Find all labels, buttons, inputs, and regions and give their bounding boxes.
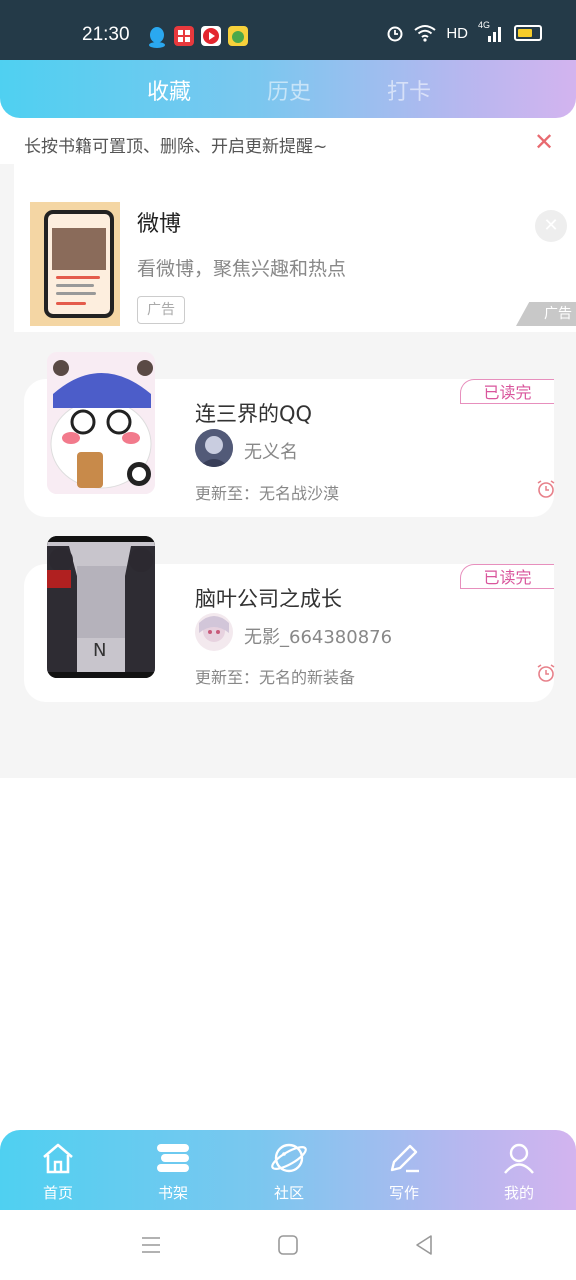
nav-community[interactable]: 社区 (249, 1130, 329, 1210)
ad-corner-label: 广告 (516, 302, 576, 326)
book-update: 更新至：无名战沙漠 (195, 484, 340, 503)
author-avatar (195, 613, 233, 651)
book-cover[interactable] (47, 352, 155, 494)
ad-description: 看微博，聚焦兴趣和热点 (137, 258, 347, 280)
tip-bar: 长按书籍可置顶、删除、开启更新提醒~ ✕ (0, 120, 576, 164)
planet-icon (271, 1140, 307, 1176)
status-badge: 已读完 (460, 379, 554, 404)
qq-icon (147, 26, 167, 48)
fruit-app-icon (228, 26, 248, 46)
nav-community-label: 社区 (273, 1184, 304, 1202)
status-time: 21:30 (82, 24, 130, 45)
bottom-nav: 首页 书架 社区 写作 我的 (0, 1130, 576, 1210)
wifi-icon (414, 25, 436, 42)
signal-icon: 4G (478, 20, 504, 42)
ad-thumbnail (30, 202, 120, 326)
ad-close-icon[interactable]: ✕ (535, 210, 567, 242)
alarm-icon[interactable] (536, 663, 556, 687)
nav-me-label: 我的 (503, 1184, 534, 1202)
home-square-icon[interactable] (277, 1234, 299, 1260)
alarm-icon[interactable] (536, 479, 556, 503)
ad-card[interactable]: 微博 看微博，聚焦兴趣和热点 广告 ✕ 广告 (14, 164, 576, 332)
status-badge: 已读完 (460, 564, 554, 589)
author-name: 无义名 (244, 442, 298, 463)
book-title: 脑叶公司之成长 (195, 587, 342, 611)
ad-title: 微博 (137, 212, 182, 237)
author-avatar (195, 429, 233, 467)
nav-bookshelf[interactable]: 书架 (133, 1130, 213, 1210)
nav-home[interactable]: 首页 (18, 1130, 98, 1210)
tab-favorites[interactable]: 收藏 (147, 74, 191, 106)
network-label: HD (446, 24, 468, 42)
home-icon (40, 1140, 76, 1176)
nav-home-label: 首页 (42, 1184, 73, 1202)
tab-checkin[interactable]: 打卡 (387, 74, 431, 106)
nav-write-label: 写作 (388, 1184, 419, 1202)
battery-icon (514, 25, 542, 41)
nav-write[interactable]: 写作 (364, 1130, 444, 1210)
system-nav-bar (0, 1210, 576, 1280)
top-tab-bar: 收藏 历史 打卡 (0, 60, 576, 118)
user-icon (501, 1140, 537, 1176)
tab-history[interactable]: 历史 (267, 74, 311, 106)
book-cover[interactable]: N (47, 536, 155, 678)
status-right: HD 4G (386, 20, 542, 42)
nav-me[interactable]: 我的 (479, 1130, 559, 1210)
close-icon[interactable]: ✕ (534, 128, 554, 156)
menu-icon[interactable] (140, 1234, 162, 1260)
ad-phone-image (44, 210, 114, 318)
video-app-icon (201, 26, 221, 46)
status-bar: 21:30 HD 4G (0, 0, 576, 60)
bookshelf-icon (155, 1140, 191, 1176)
book-update: 更新至：无名的新装备 (195, 668, 356, 687)
book-title: 连三界的QQ (195, 402, 313, 426)
signal-label: 4G (478, 20, 491, 30)
svg-text:N: N (93, 640, 106, 661)
nav-bookshelf-label: 书架 (157, 1184, 188, 1202)
app-grid-icon (174, 26, 194, 46)
tip-text: 长按书籍可置顶、删除、开启更新提醒~ (24, 137, 328, 157)
pen-icon (386, 1140, 422, 1176)
back-icon[interactable] (413, 1234, 435, 1260)
ad-badge: 广告 (137, 296, 185, 324)
alarm-icon (387, 26, 403, 42)
author-name: 无影_664380876 (244, 627, 393, 648)
